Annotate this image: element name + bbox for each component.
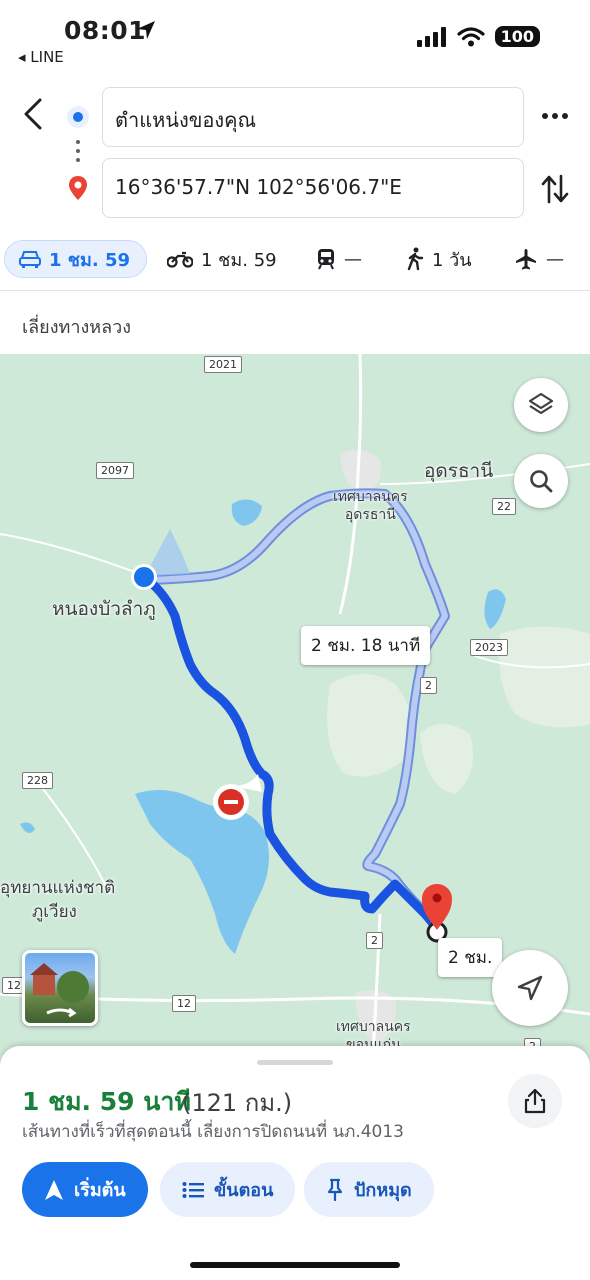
route-connector-dots xyxy=(76,140,80,164)
park-label-line2: ภูเวียง xyxy=(32,902,77,922)
home-indicator[interactable] xyxy=(190,1262,400,1268)
road-shield: 12 xyxy=(172,995,196,1012)
header-divider xyxy=(0,290,590,291)
steps-button[interactable]: ขั้นตอน xyxy=(160,1162,296,1217)
reservoir xyxy=(135,790,269,954)
recenter-button[interactable] xyxy=(492,950,568,1026)
tab-flight[interactable]: — xyxy=(514,240,564,278)
road xyxy=(0,533,141,575)
street-view-rotate-icon xyxy=(30,963,89,1018)
start-navigation-button[interactable]: เริ่มต้น xyxy=(22,1162,148,1217)
pond xyxy=(20,822,35,833)
muni-label-udon-line1: เทศบาลนคร xyxy=(333,489,408,505)
tab-transit[interactable]: — xyxy=(316,240,362,278)
road-shield: 22 xyxy=(492,498,516,515)
dest-time-callout[interactable]: 2 ชม. xyxy=(438,938,503,977)
back-to-app-link[interactable]: ◂ LINE xyxy=(18,48,64,66)
swap-directions-icon[interactable] xyxy=(540,172,570,206)
tab-walking[interactable]: 1 วัน xyxy=(406,240,472,278)
layers-icon xyxy=(528,392,554,415)
flight-icon xyxy=(516,249,536,270)
route-options-label[interactable]: เลี่ยงทางหลวง xyxy=(22,312,131,341)
list-icon xyxy=(182,1181,204,1198)
lake xyxy=(231,499,262,526)
origin-input[interactable]: ตำแหน่งของคุณ xyxy=(102,87,524,147)
pin-icon xyxy=(327,1178,343,1201)
park-label-line1: อุทยานแห่งชาติ xyxy=(0,878,116,898)
land-patch xyxy=(499,626,590,728)
land-patch xyxy=(327,674,413,777)
share-icon xyxy=(524,1088,546,1114)
destination-pin-icon xyxy=(69,176,87,200)
city-label-nongbua: หนองบัวลำภู xyxy=(52,598,156,620)
cellular-signal-icon xyxy=(416,26,446,47)
route-description: เส้นทางที่เร็วที่สุดตอนนี้ เลี่ยงการปิดถ… xyxy=(22,1122,405,1142)
share-button[interactable] xyxy=(508,1074,562,1128)
status-time: 08:01 xyxy=(64,16,147,45)
lake xyxy=(484,589,506,629)
road-shield: 2097 xyxy=(96,462,134,479)
park-label: อุทยานแห่งชาติ ภูเวียง xyxy=(0,876,115,924)
road-shield: 2 xyxy=(420,677,437,694)
road-shield: 2 xyxy=(366,932,383,949)
transit-icon xyxy=(318,249,334,270)
muni-label-khonkaen-line1: เทศบาลนคร xyxy=(336,1019,411,1035)
route-distance: (121 กม.) xyxy=(182,1089,293,1117)
route-summary-sheet: 1 ชม. 59 นาที (121 กม.) เส้นทางที่เร็วที… xyxy=(0,1046,590,1280)
land-patch xyxy=(420,724,473,794)
travel-mode-tabs: 1 ชม. 59 1 ชม. 59 — 1 วัน — xyxy=(0,236,590,286)
tab-motorcycle[interactable]: 1 ชม. 59 xyxy=(167,240,277,278)
more-options-icon[interactable] xyxy=(540,104,570,128)
road-closure-bar xyxy=(224,800,238,804)
tab-driving-label: 1 ชม. 59 xyxy=(49,249,131,271)
tab-flight-label: — xyxy=(546,248,564,270)
steps-button-label: ขั้นตอน xyxy=(214,1180,274,1201)
start-button-label: เริ่มต้น xyxy=(74,1180,126,1201)
sheet-drag-handle[interactable] xyxy=(257,1060,333,1065)
tab-driving[interactable]: 1 ชม. 59 xyxy=(4,240,148,278)
origin-marker xyxy=(134,567,154,587)
pin-button[interactable]: ปักหมุด xyxy=(304,1162,434,1217)
walk-icon xyxy=(407,247,424,271)
city-label-udon: อุดรธานี xyxy=(424,460,494,482)
wifi-icon xyxy=(456,26,485,46)
location-arrow-icon xyxy=(137,21,155,39)
pin-button-label: ปักหมุด xyxy=(354,1180,412,1201)
route-duration: 1 ชม. 59 นาที xyxy=(22,1087,191,1116)
motorcycle-icon xyxy=(167,251,193,268)
tab-walking-label: 1 วัน xyxy=(432,249,472,271)
destination-input[interactable]: 16°36'57.7"N 102°56'06.7"E xyxy=(102,158,524,218)
road-shield: 2023 xyxy=(470,639,508,656)
road-shield: 2021 xyxy=(204,356,242,373)
status-indicators: 100 xyxy=(416,26,540,47)
road-shield: 228 xyxy=(22,772,53,789)
tab-transit-label: — xyxy=(344,248,362,270)
battery-indicator: 100 xyxy=(494,26,540,47)
navigation-start-icon xyxy=(45,1179,63,1200)
street-view-thumbnail[interactable] xyxy=(22,950,98,1026)
destination-pin-dot xyxy=(432,893,442,903)
alt-route-time-callout[interactable]: 2 ชม. 18 นาที xyxy=(301,626,431,665)
car-icon xyxy=(19,251,41,268)
map-view[interactable]: อุดรธานี เทศบาลนคร อุดรธานี หนองบัวลำภู … xyxy=(0,354,590,1074)
tab-motorcycle-label: 1 ชม. 59 xyxy=(201,249,277,271)
destination-pin xyxy=(422,884,452,930)
layers-button[interactable] xyxy=(514,378,568,432)
muni-label-udon-line2: อุดรธานี xyxy=(344,507,396,523)
search-icon xyxy=(530,470,553,493)
navigation-arrow-icon xyxy=(517,975,543,1001)
origin-dot-icon xyxy=(67,106,89,128)
back-arrow-icon[interactable] xyxy=(18,96,50,132)
muni-label-udon: เทศบาลนคร อุดรธานี xyxy=(333,488,408,524)
search-button[interactable] xyxy=(514,454,568,508)
